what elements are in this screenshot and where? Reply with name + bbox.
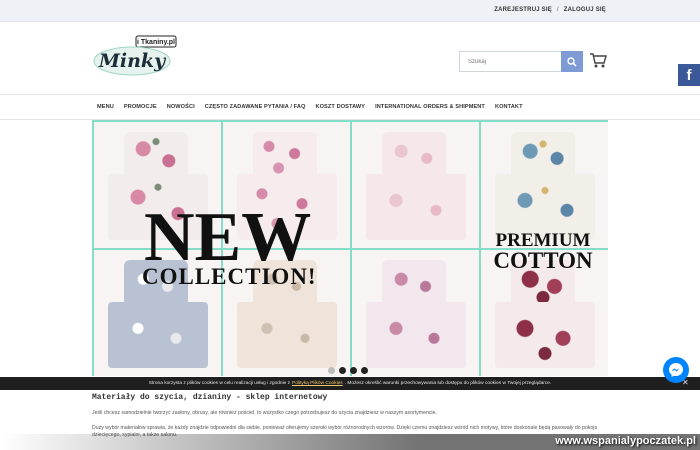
top-bar: ZAREJESTRUJ SIĘ / ZALOGUJ SIĘ (0, 0, 700, 22)
search-input[interactable] (460, 52, 562, 71)
cart-button[interactable] (588, 50, 608, 70)
main-nav: MENU PROMOCJE NOWOŚCI CZĘSTO ZADAWANE PY… (0, 94, 700, 120)
slide-tile (352, 122, 479, 248)
slide-tile (352, 250, 479, 376)
login-link[interactable]: ZALOGUJ SIĘ (564, 7, 606, 13)
search-box (459, 51, 583, 72)
nav-item-shipping-cost[interactable]: KOSZT DOSTAWY (310, 104, 370, 110)
nav-item-menu[interactable]: MENU (92, 104, 119, 110)
cookie-text-after: . Możesz określić warunki przechowywania… (344, 381, 552, 386)
intro-paragraph-1: Jeśli chcesz samodzielnie tworzyć zasłon… (92, 410, 437, 416)
search-icon (567, 56, 577, 67)
logo-main-text: Minky (98, 50, 167, 72)
intro-section: Materiały do szycia, dzianiny - sklep in… (92, 393, 608, 439)
nav-item-faq[interactable]: CZĘSTO ZADAWANE PYTANIA / FAQ (200, 104, 311, 110)
cookie-text-before: Strona korzysta z plików cookies w celu … (148, 381, 291, 386)
slider-headline: NEW (144, 199, 312, 276)
slider-dot[interactable] (361, 367, 368, 374)
nav-item-new[interactable]: NOWOŚCI (162, 104, 200, 110)
watermark-text: www.wspanialypoczatek.pl (555, 435, 696, 447)
account-links: ZAREJESTRUJ SIĘ / ZALOGUJ SIĘ (494, 7, 606, 13)
messenger-button[interactable] (663, 357, 689, 383)
intro-heading: Materiały do szycia, dzianiny - sklep in… (92, 393, 328, 402)
cart-icon (590, 53, 607, 68)
nav-item-international[interactable]: INTERNATIONAL ORDERS & SHIPMENT (370, 104, 490, 110)
slider-badge-line2: COTTON (493, 248, 593, 273)
slider-dot[interactable] (328, 367, 335, 374)
slider-dot[interactable] (350, 367, 357, 374)
facebook-button[interactable]: f (678, 64, 700, 86)
cookie-bar: Strona korzysta z plików cookies w celu … (0, 377, 700, 390)
facebook-icon: f (686, 66, 692, 84)
cookie-policy-link[interactable]: Polityką Plików Cookies (292, 381, 343, 386)
logo-top-text: i Tkaniny.pl (137, 39, 175, 46)
slider-dots (328, 367, 368, 374)
nav-item-contact[interactable]: KONTAKT (490, 104, 528, 110)
slider-subheadline: COLLECTION! (142, 264, 317, 289)
watermark: www.wspanialypoczatek.pl (0, 434, 700, 450)
site-logo[interactable]: i Tkaniny.pl Minky (92, 34, 184, 78)
account-links-separator: / (556, 7, 559, 13)
search-button[interactable] (561, 51, 583, 72)
slider-dot[interactable] (339, 367, 346, 374)
nav-item-promotions[interactable]: PROMOCJE (119, 104, 162, 110)
messenger-icon (669, 363, 683, 377)
register-link[interactable]: ZAREJESTRUJ SIĘ (494, 7, 552, 13)
